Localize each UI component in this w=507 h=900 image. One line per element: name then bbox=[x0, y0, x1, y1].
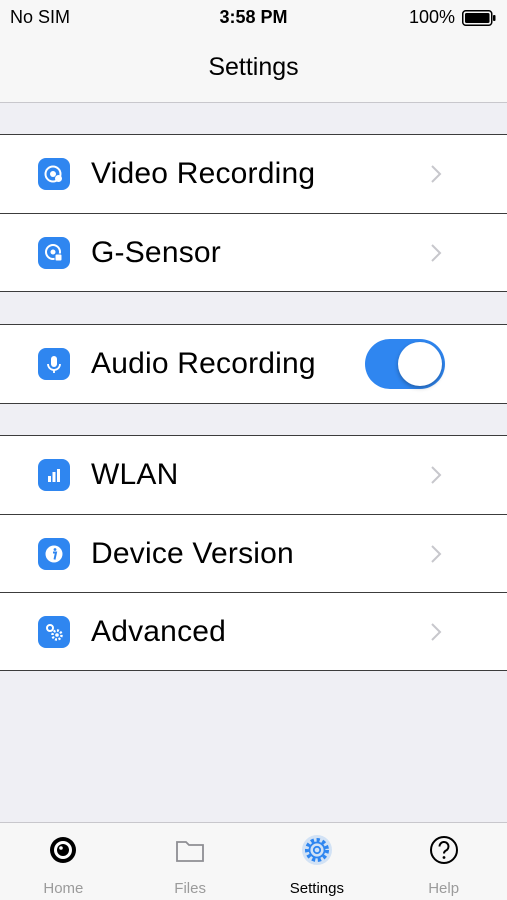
signal-bars-icon bbox=[38, 459, 70, 491]
settings-screen: No SIM 3:58 PM 100% Settings Video Recor… bbox=[0, 0, 507, 900]
chevron-right-icon bbox=[431, 622, 442, 641]
row-label: Audio Recording bbox=[91, 347, 316, 380]
tab-label: Home bbox=[43, 880, 84, 897]
folder-icon bbox=[176, 841, 205, 862]
question-icon bbox=[429, 836, 458, 864]
settings-group-device: WLAN Device Version Advanced bbox=[0, 435, 507, 671]
microphone-icon bbox=[38, 348, 70, 380]
row-label: G-Sensor bbox=[91, 235, 221, 269]
tab-files[interactable]: Files bbox=[127, 823, 254, 900]
status-bar: No SIM 3:58 PM 100% bbox=[0, 0, 507, 36]
tab-settings[interactable]: Settings bbox=[254, 823, 381, 900]
tab-bar: Home Files Settings Help bbox=[0, 822, 507, 900]
toggle-knob bbox=[398, 342, 442, 386]
row-label: Video Recording bbox=[91, 157, 316, 190]
row-wlan[interactable]: WLAN bbox=[0, 436, 507, 514]
row-advanced[interactable]: Advanced bbox=[0, 592, 507, 670]
gears-icon bbox=[38, 615, 70, 648]
tab-home[interactable]: Home bbox=[0, 823, 127, 900]
settings-group-recording: Video Recording G-Sensor bbox=[0, 134, 507, 292]
battery-percentage: 100% bbox=[408, 7, 455, 27]
row-audio-recording: Audio Recording bbox=[0, 325, 507, 403]
g-sensor-icon bbox=[38, 236, 70, 269]
battery-icon bbox=[462, 10, 496, 26]
camera-lens-icon bbox=[50, 837, 77, 863]
settings-group-audio: Audio Recording bbox=[0, 324, 507, 404]
tab-label: Files bbox=[174, 880, 206, 897]
row-g-sensor[interactable]: G-Sensor bbox=[0, 213, 507, 291]
row-device-version[interactable]: Device Version bbox=[0, 514, 507, 592]
chevron-right-icon bbox=[431, 466, 442, 484]
chevron-right-icon bbox=[431, 243, 442, 262]
navigation-bar: Settings bbox=[0, 36, 507, 103]
page-title: Settings bbox=[208, 53, 299, 81]
chevron-right-icon bbox=[431, 544, 442, 563]
tab-help[interactable]: Help bbox=[380, 823, 507, 900]
tab-label: Help bbox=[428, 880, 460, 897]
video-recording-icon bbox=[38, 158, 70, 190]
tab-label: Settings bbox=[289, 880, 344, 897]
row-label: WLAN bbox=[91, 458, 179, 491]
chevron-right-icon bbox=[431, 165, 442, 183]
audio-recording-toggle[interactable] bbox=[365, 339, 445, 389]
gear-icon bbox=[301, 835, 332, 865]
row-label: Device Version bbox=[91, 536, 294, 570]
info-icon bbox=[38, 537, 70, 570]
row-label: Advanced bbox=[91, 614, 227, 648]
row-video-recording[interactable]: Video Recording bbox=[0, 135, 507, 213]
